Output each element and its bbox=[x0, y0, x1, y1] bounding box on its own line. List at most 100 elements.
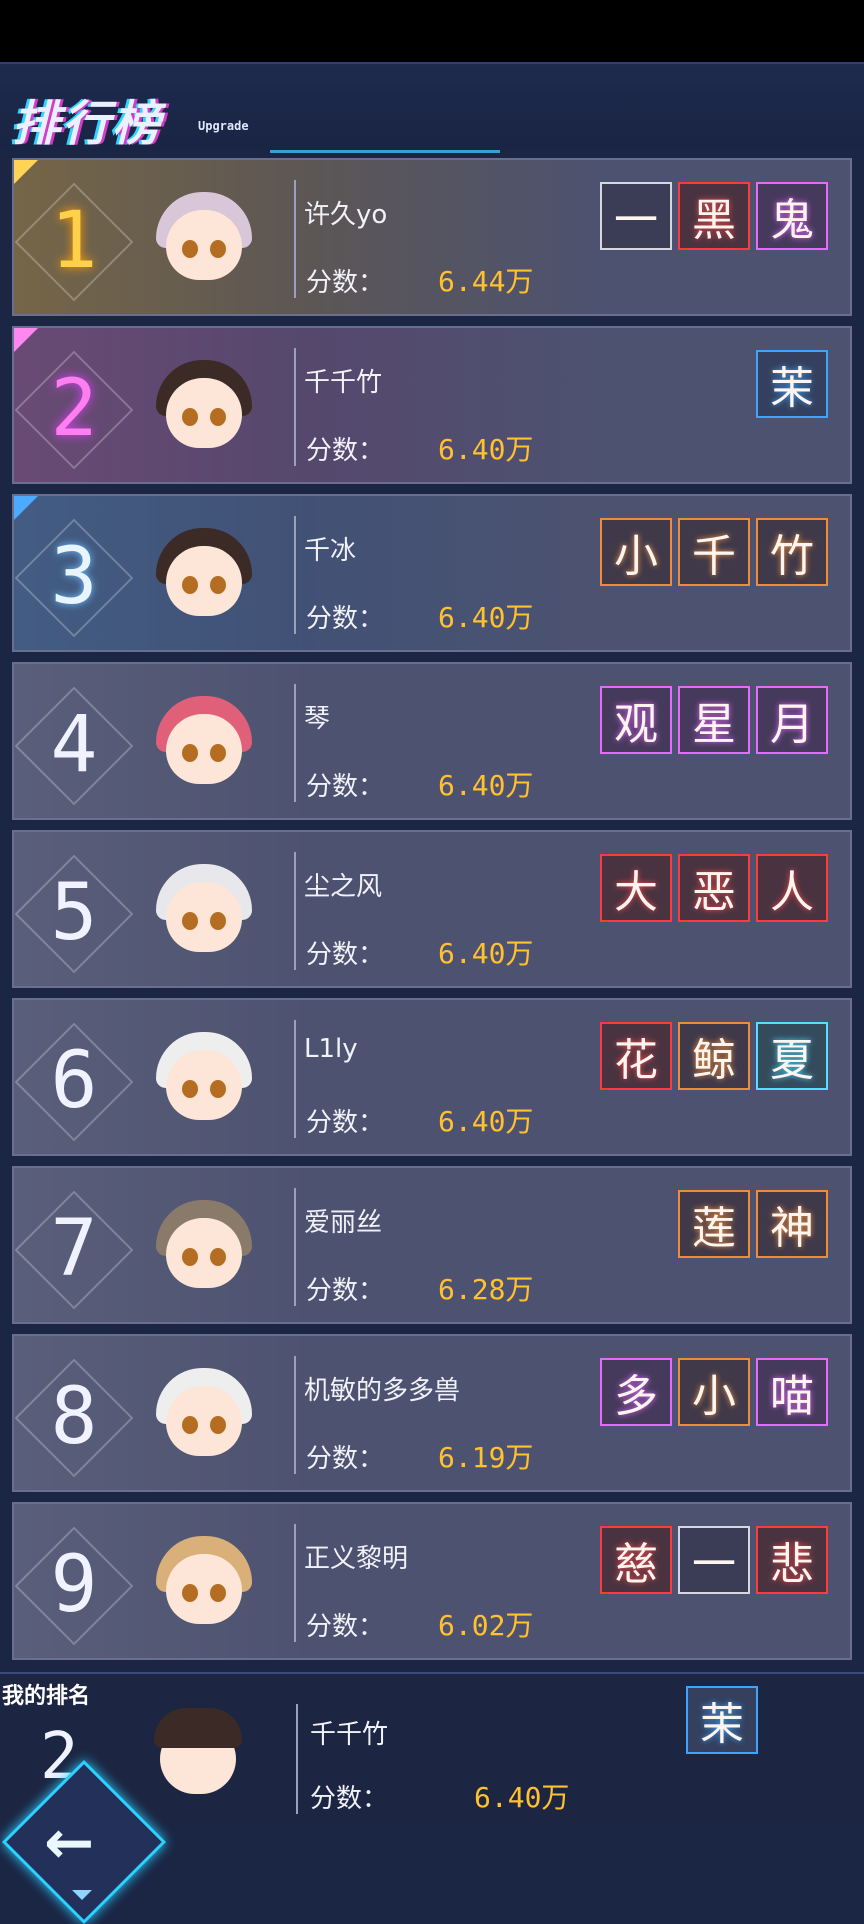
leaderboard-row-3[interactable]: 3 千冰 分数： 6.40万 小千竹 bbox=[12, 494, 852, 652]
player-avatar bbox=[134, 1514, 274, 1654]
leaderboard-row-7[interactable]: 7 爱丽丝 分数： 6.28万 莲神 bbox=[12, 1166, 852, 1324]
avatar-face bbox=[166, 882, 242, 952]
my-score: 6.40万 bbox=[474, 1781, 570, 1814]
player-avatar bbox=[134, 506, 274, 646]
score-label: 分数： bbox=[306, 1444, 385, 1474]
player-avatar bbox=[134, 1346, 274, 1486]
leaderboard-row-4[interactable]: 4 琴分数： 6.40万 观星月 bbox=[12, 662, 852, 820]
title-tag: 观 bbox=[600, 686, 672, 754]
score-label: 分数： bbox=[306, 1276, 385, 1306]
avatar-eye bbox=[182, 1080, 198, 1098]
player-name: 琴 bbox=[304, 704, 331, 734]
divider bbox=[294, 516, 296, 634]
divider bbox=[294, 180, 296, 298]
avatar-eye bbox=[182, 576, 198, 594]
rank-number: 8 bbox=[50, 1372, 98, 1462]
player-name: L1ly bbox=[304, 1034, 358, 1064]
my-avatar bbox=[140, 1694, 260, 1814]
leaderboard-row-8[interactable]: 8 机敏的多多兽 分数： 6.19万 多小喵 bbox=[12, 1334, 852, 1492]
my-rank-bar: 我的排名 2 千千竹 分数： 6.40万 茉 bbox=[0, 1672, 864, 1824]
score-label: 分数： bbox=[306, 436, 385, 466]
rank-number: 2 bbox=[50, 364, 98, 454]
score-label: 分数： bbox=[306, 940, 385, 970]
player-avatar bbox=[134, 338, 274, 478]
score-value: 6.40万 bbox=[438, 937, 534, 970]
rank-number: 5 bbox=[50, 868, 98, 958]
avatar-face bbox=[166, 1218, 242, 1288]
rank-number: 7 bbox=[50, 1204, 98, 1294]
avatar-face bbox=[166, 210, 242, 280]
avatar-eye bbox=[210, 1584, 226, 1602]
avatar-eye bbox=[210, 408, 226, 426]
divider bbox=[294, 1356, 296, 1474]
avatar-face bbox=[166, 546, 242, 616]
title-tag: 一 bbox=[600, 182, 672, 250]
title-tag: 一 bbox=[678, 1526, 750, 1594]
title-tag: 人 bbox=[756, 854, 828, 922]
player-avatar bbox=[134, 674, 274, 814]
title-tags: 花鲸夏 bbox=[600, 1022, 828, 1090]
title-tags: 一黑鬼 bbox=[600, 182, 828, 250]
leaderboard-row-5[interactable]: 5 尘之风分数： 6.40万 大恶人 bbox=[12, 830, 852, 988]
leaderboard-row-2[interactable]: 2 千千竹 分数： 6.40万 茉 bbox=[12, 326, 852, 484]
left-arrow-icon[interactable]: ← bbox=[44, 1808, 94, 1878]
page-subtitle: Upgrade bbox=[198, 119, 249, 133]
avatar-eye bbox=[182, 744, 198, 762]
score-label: 分数： bbox=[306, 268, 385, 298]
title-tag: 茉 bbox=[686, 1686, 758, 1754]
score-value: 6.40万 bbox=[438, 433, 534, 466]
divider bbox=[294, 852, 296, 970]
title-tags: 观星月 bbox=[600, 686, 828, 754]
avatar-eye bbox=[210, 912, 226, 930]
avatar-eye bbox=[182, 912, 198, 930]
player-name: 机敏的多多兽 bbox=[304, 1376, 461, 1406]
divider bbox=[294, 1524, 296, 1642]
avatar-eye bbox=[210, 240, 226, 258]
title-tag: 大 bbox=[600, 854, 672, 922]
avatar-face bbox=[166, 1386, 242, 1456]
rank-number: 4 bbox=[50, 700, 98, 790]
leaderboard-row-1[interactable]: 1 许久yo 分数： 6.44万 一黑鬼 bbox=[12, 158, 852, 316]
score-value: 6.19万 bbox=[438, 1441, 534, 1474]
score-label: 分数： bbox=[306, 604, 385, 634]
avatar-eye bbox=[210, 1248, 226, 1266]
avatar-eye bbox=[182, 240, 198, 258]
divider bbox=[294, 1020, 296, 1138]
title-tags: 大恶人 bbox=[600, 854, 828, 922]
title-tags: 多小喵 bbox=[600, 1358, 828, 1426]
rank-number: 3 bbox=[50, 532, 98, 622]
avatar-eye bbox=[210, 1080, 226, 1098]
score-value: 6.28万 bbox=[438, 1273, 534, 1306]
avatar-eye bbox=[210, 744, 226, 762]
avatar-face bbox=[166, 378, 242, 448]
my-score-label: 分数： bbox=[310, 1784, 389, 1814]
score-label: 分数： bbox=[306, 772, 385, 802]
my-name: 千千竹 bbox=[310, 1720, 389, 1750]
avatar-eye bbox=[210, 576, 226, 594]
leaderboard-row-9[interactable]: 9 正义黎明 分数： 6.02万 慈一悲 bbox=[12, 1502, 852, 1660]
avatar-eye bbox=[182, 1416, 198, 1434]
title-tags: 小千竹 bbox=[600, 518, 828, 586]
title-tag: 星 bbox=[678, 686, 750, 754]
player-avatar bbox=[134, 1178, 274, 1318]
avatar-face bbox=[166, 1050, 242, 1120]
avatar-eye bbox=[182, 1584, 198, 1602]
leaderboard-row-6[interactable]: 6 L1ly 分数： 6.40万 花鲸夏 bbox=[12, 998, 852, 1156]
avatar-eye bbox=[182, 1248, 198, 1266]
title-tag: 悲 bbox=[756, 1526, 828, 1594]
player-name: 千千竹 bbox=[304, 368, 383, 398]
title-tag: 竹 bbox=[756, 518, 828, 586]
rank-number: 6 bbox=[50, 1036, 98, 1126]
score-value: 6.02万 bbox=[438, 1609, 534, 1642]
rank-number: 1 bbox=[50, 196, 98, 286]
score-label: 分数： bbox=[306, 1108, 385, 1138]
player-name: 许久yo bbox=[304, 200, 388, 230]
player-avatar bbox=[134, 842, 274, 982]
player-name: 尘之风 bbox=[304, 872, 383, 902]
title-tag: 莲 bbox=[678, 1190, 750, 1258]
page-title: 排行榜 bbox=[12, 96, 163, 152]
title-tag: 神 bbox=[756, 1190, 828, 1258]
title-tag: 喵 bbox=[756, 1358, 828, 1426]
player-name: 千冰 bbox=[304, 536, 357, 566]
score-value: 6.40万 bbox=[438, 1105, 534, 1138]
